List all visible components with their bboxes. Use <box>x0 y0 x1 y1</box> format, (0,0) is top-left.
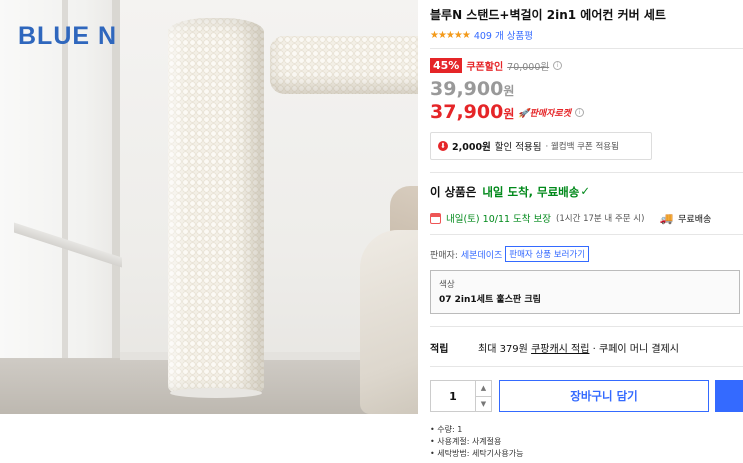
seller-label: 판매자: <box>430 250 458 261</box>
reward-text: 최대 379원 쿠팡캐시 적립 · 쿠페이 머니 결제시 <box>478 340 679 355</box>
review-count-link[interactable]: 409 개 상품평 <box>474 28 533 42</box>
seller-rocket-badge: 🚀판매자로켓 <box>518 108 571 119</box>
rating-row[interactable]: ★★★★★ 409 개 상품평 <box>430 28 533 43</box>
sale-price-unit: 원 <box>503 84 515 98</box>
window-frame <box>112 0 120 360</box>
quantity-down-button[interactable]: ▼ <box>476 397 491 412</box>
reward-condition: · 쿠페이 머니 결제시 <box>592 344 679 355</box>
spec-item: 세탁방법: 세탁기사용가능 <box>430 448 523 460</box>
stand-aircon-cover <box>168 18 264 394</box>
final-price: 37,900원 <box>430 101 514 123</box>
seller-row: 판매자: 세본데이즈 판매자 상품 보러가기 <box>430 246 590 262</box>
buy-now-button[interactable] <box>715 380 743 412</box>
original-price: 70,000원 <box>507 61 550 73</box>
divider <box>430 48 743 49</box>
brand-logo: BLUE N <box>18 22 118 50</box>
divider <box>430 366 743 367</box>
option-label: 색상 <box>439 280 455 290</box>
final-price-row: 37,900원 🚀판매자로켓 i <box>430 101 584 123</box>
color-option-selector[interactable]: 색상 07 2in1세트 훌스판 크림 <box>430 270 740 314</box>
coupon-row: 45% 쿠폰할인 70,000원 i <box>430 58 563 73</box>
delivery-headline: 이 상품은 내일 도착, 무료배송 ✓ <box>430 184 590 200</box>
sale-price: 39,900원 <box>430 78 514 100</box>
discount-percent-badge: 45% <box>430 58 463 73</box>
stand-base <box>170 388 262 398</box>
final-price-value: 37,900 <box>430 101 504 123</box>
window-background <box>0 0 120 360</box>
star-rating-icon: ★★★★★ <box>430 29 471 41</box>
coupang-cash-link[interactable]: 쿠팡캐시 적립 <box>531 344 589 355</box>
window-frame <box>62 0 68 360</box>
divider <box>430 234 743 235</box>
sale-price-value: 39,900 <box>430 78 504 100</box>
discount-note: · 웰컴백 쿠폰 적용됨 <box>545 142 619 152</box>
calendar-icon <box>430 212 441 224</box>
delivery-date-row: 내일(토) 10/11 도착 보장 (1시간 17분 내 주문 시) 🚚 무료배… <box>430 211 711 225</box>
discount-amount: 2,000원 <box>452 142 491 153</box>
sofa <box>360 230 418 414</box>
reward-amount: 최대 379원 <box>478 344 528 355</box>
seller-products-button[interactable]: 판매자 상품 보러가기 <box>505 246 590 262</box>
wall-aircon-cover <box>270 36 418 94</box>
discount-applied-box: ⬇ 2,000원 할인 적용됨 · 웰컴백 쿠폰 적용됨 <box>430 132 652 160</box>
check-icon: ✓ <box>580 184 590 198</box>
product-image[interactable]: BLUE N <box>0 0 418 414</box>
coupon-discount-label: 쿠폰할인 <box>466 62 504 73</box>
spec-item: 사용계절: 사계절용 <box>430 436 523 448</box>
delivery-highlight: 내일 도착, 무료배송 <box>482 185 580 199</box>
spec-list: 수량: 1 사용계절: 사계절용 세탁방법: 세탁기사용가능 <box>430 424 523 460</box>
final-price-unit: 원 <box>503 107 515 121</box>
quantity-input[interactable]: 1 <box>431 381 475 411</box>
divider <box>430 172 743 173</box>
product-info-panel: 블루N 스탠드+벽걸이 2in1 에어컨 커버 세트 ★★★★★ 409 개 상… <box>430 0 743 463</box>
quantity-stepper[interactable]: 1 ▲ ▼ <box>430 380 492 412</box>
truck-icon: 🚚 <box>659 211 674 225</box>
info-icon[interactable]: i <box>553 61 563 70</box>
quantity-arrows: ▲ ▼ <box>475 381 491 411</box>
add-to-cart-button[interactable]: 장바구니 담기 <box>499 380 709 412</box>
option-value: 07 2in1세트 훌스판 크림 <box>439 295 541 305</box>
reward-row: 적립 최대 379원 쿠팡캐시 적립 · 쿠페이 머니 결제시 <box>430 340 679 355</box>
divider <box>430 326 743 327</box>
delivery-date: 내일(토) 10/11 도착 보장 <box>446 214 552 225</box>
reward-label: 적립 <box>430 344 449 355</box>
product-title: 블루N 스탠드+벽걸이 2in1 에어컨 커버 세트 <box>430 8 666 22</box>
quantity-up-button[interactable]: ▲ <box>476 381 491 397</box>
seller-name-link[interactable]: 세본데이즈 <box>461 248 502 261</box>
info-icon[interactable]: i <box>574 107 584 117</box>
delivery-prefix: 이 상품은 <box>430 185 477 199</box>
discount-text: 할인 적용됨 <box>494 142 542 153</box>
delivery-cutoff-note: (1시간 17분 내 주문 시) <box>556 214 645 224</box>
free-shipping-label: 무료배송 <box>678 214 712 225</box>
discount-down-icon: ⬇ <box>438 141 448 151</box>
spec-item: 수량: 1 <box>430 424 523 436</box>
